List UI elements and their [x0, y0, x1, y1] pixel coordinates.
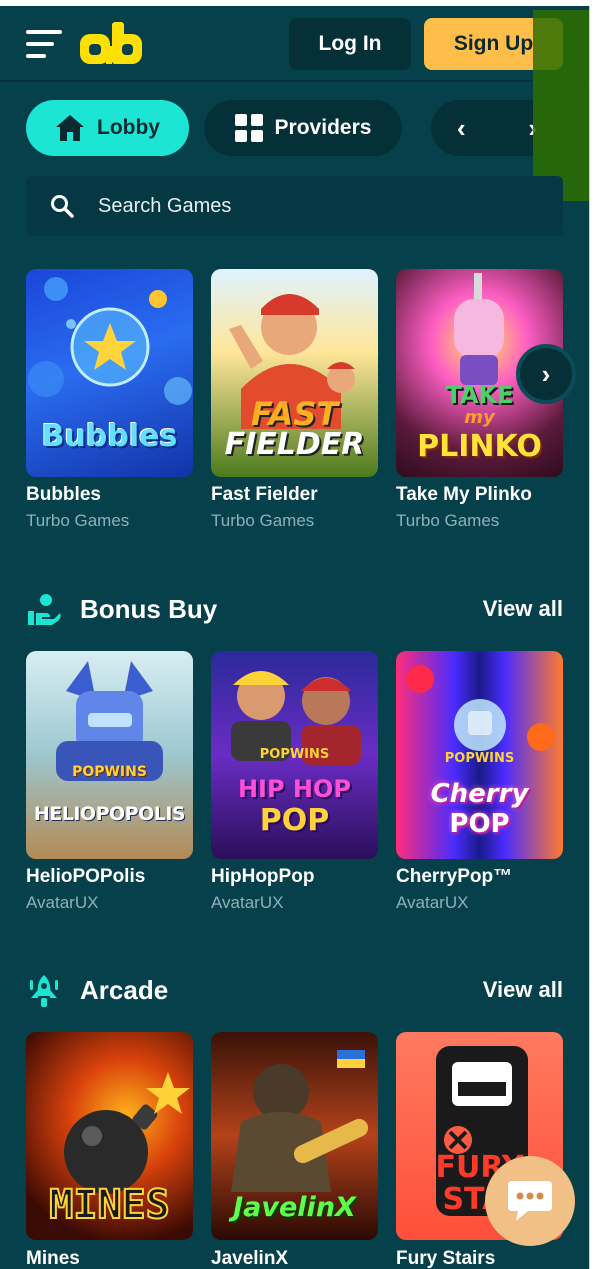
browser-scrollbar[interactable] — [589, 6, 598, 1269]
heliopopolis-cover-title: HELIOPOPOLIS — [33, 803, 186, 825]
home-icon — [56, 115, 84, 141]
chat-bubble-icon — [508, 1181, 552, 1221]
popwins-badge: POPWINS — [259, 747, 330, 762]
tab-lobby[interactable]: Lobby — [26, 100, 189, 156]
game-card-javelinx[interactable]: JavelinX — [211, 1032, 378, 1240]
game-provider: AvatarUX — [26, 893, 99, 912]
overlay-highlight — [533, 10, 589, 201]
tab-providers[interactable]: Providers — [204, 100, 402, 156]
game-name: Fury Stairs — [396, 1248, 496, 1269]
game-name: Mines — [26, 1248, 80, 1269]
hiphoppop-cover-title-2: POP — [259, 803, 330, 838]
login-button[interactable]: Log In — [289, 18, 411, 70]
game-name: JavelinX — [211, 1248, 289, 1269]
game-provider: AvatarUX — [396, 893, 469, 912]
game-card-mines[interactable]: MINES — [26, 1032, 193, 1240]
casino-app: Log In Sign Up Lobby Providers ‹ › Searc… — [0, 6, 589, 1269]
mines-cover-title: MINES — [48, 1181, 170, 1229]
view-all-link[interactable]: View all — [483, 970, 563, 1010]
hand-coin-icon — [28, 594, 61, 625]
game-provider: AvatarUX — [211, 893, 284, 912]
top-header: Log In Sign Up — [0, 6, 589, 82]
game-name: HelioPOPolis — [26, 866, 146, 887]
game-provider: Turbo Games — [26, 511, 130, 530]
rocket-icon — [30, 975, 58, 1007]
game-name: HipHopPop — [211, 866, 315, 887]
logo-icon — [80, 22, 142, 64]
game-card-heliopopolis[interactable]: POPWINS HELIOPOPOLIS — [26, 651, 193, 859]
game-card-hiphoppop[interactable]: POPWINS HIP HOP POP — [211, 651, 378, 859]
cherrypop-cover-title-1: Cherry — [430, 779, 529, 809]
javelinx-cover-title: JavelinX — [233, 1192, 356, 1223]
game-provider: Turbo Games — [211, 511, 315, 530]
game-card-bubbles[interactable]: Bubbles — [26, 269, 193, 477]
view-all-link[interactable]: View all — [483, 589, 563, 629]
bonus-buy-games-row: POPWINS HELIOPOPOLIS HelioPOPolis Avatar… — [26, 651, 586, 921]
live-chat-button[interactable] — [485, 1156, 575, 1246]
hiphoppop-cover-title-1: HIP HOP — [237, 775, 352, 803]
menu-icon[interactable] — [26, 28, 62, 60]
chevron-right-icon: › — [541, 358, 551, 389]
search-bar[interactable]: Search Games — [26, 176, 563, 236]
bubbles-cover-title: Bubbles — [41, 419, 178, 454]
game-name: Bubbles — [26, 484, 101, 505]
section-header-arcade: Arcade View all — [26, 970, 563, 1010]
search-input[interactable]: Search Games — [98, 176, 231, 236]
plinko-cover-title-2: my — [464, 407, 495, 428]
game-name: Fast Fielder — [211, 484, 318, 505]
game-name: Take My Plinko — [396, 484, 532, 505]
fast-fielder-cover-title-2: FIELDER — [224, 427, 365, 462]
game-name: CherryPop™ — [396, 866, 513, 887]
popwins-badge: POPWINS — [72, 764, 147, 780]
popwins-badge: POPWINS — [444, 751, 515, 766]
game-provider: Turbo Games — [396, 511, 500, 530]
section-title: Bonus Buy — [80, 594, 218, 624]
brand-logo[interactable] — [80, 20, 142, 66]
section-header-bonus-buy: Bonus Buy View all — [26, 589, 563, 629]
game-card-fast-fielder[interactable]: FAST FIELDER — [211, 269, 378, 477]
plinko-cover-title-3: PLINKO — [417, 429, 542, 464]
search-icon — [51, 195, 74, 218]
game-card-cherrypop[interactable]: POPWINS Cherry POP — [396, 651, 563, 859]
tab-providers-label: Providers — [274, 116, 372, 139]
cherrypop-cover-title-2: POP — [449, 809, 510, 839]
chevron-left-icon[interactable]: ‹ — [457, 115, 466, 141]
featured-games-row: Bubbles Bubbles Turbo Games FAST FIELDER… — [26, 269, 586, 539]
tab-lobby-label: Lobby — [97, 116, 160, 139]
grid-icon — [234, 114, 263, 142]
heliopopolis-artwork — [56, 661, 163, 781]
carousel-next-button[interactable]: › — [516, 344, 576, 404]
section-title: Arcade — [80, 975, 169, 1005]
